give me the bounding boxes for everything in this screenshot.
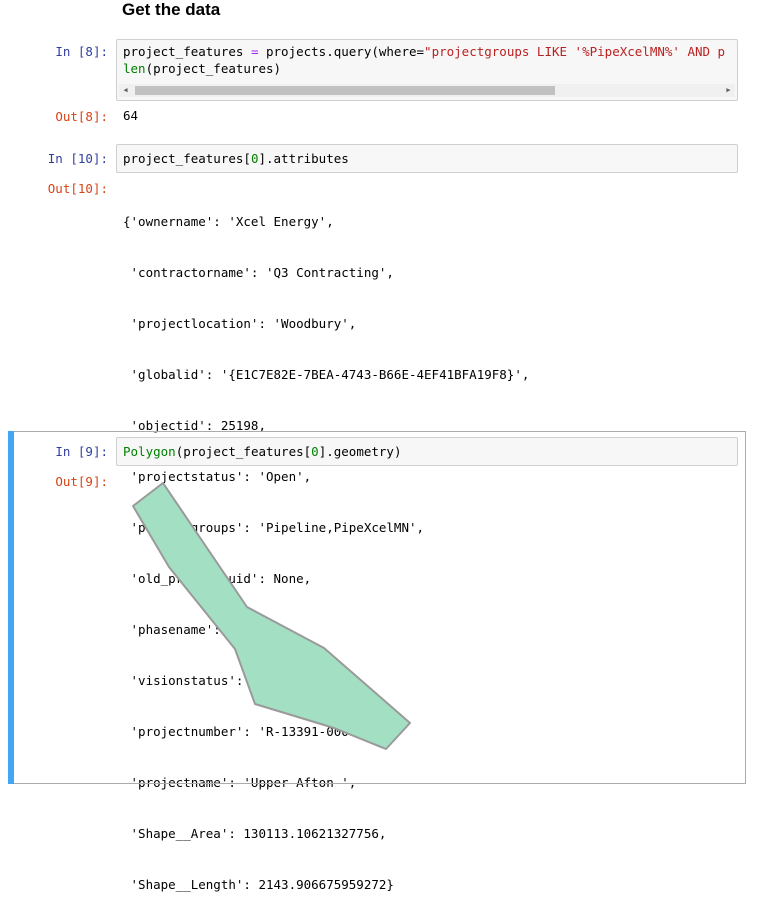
output-line: 'globalid': '{E1C7E82E-7BEA-4743-B66E-4E… bbox=[123, 367, 530, 382]
cell-8-output: 64 bbox=[123, 108, 139, 123]
code-token: (project_features[ bbox=[175, 444, 312, 459]
cell-8-input[interactable]: project_features = projects.query(where=… bbox=[116, 39, 738, 101]
output-line: 'projectlocation': 'Woodbury', bbox=[123, 316, 357, 331]
code-token: ].geometry) bbox=[318, 444, 402, 459]
horizontal-scrollbar[interactable]: ◀ ▶ bbox=[119, 84, 735, 97]
cell-9-out-prompt: Out[9]: bbox=[55, 474, 108, 489]
output-line: 'Shape__Length': 2143.906675959272} bbox=[123, 877, 394, 892]
code-token: (project_features) bbox=[145, 61, 282, 76]
cell-8-in-prompt: In [8]: bbox=[55, 44, 108, 59]
code-line: project_features[0].attributes bbox=[123, 150, 349, 167]
code-line: Polygon(project_features[0].geometry) bbox=[123, 443, 401, 460]
code-token-builtin: len bbox=[123, 61, 146, 76]
code-token-number: 0 bbox=[311, 444, 319, 459]
cell-10-input[interactable]: project_features[0].attributes bbox=[116, 144, 738, 173]
code-token: project_features bbox=[123, 44, 251, 59]
output-line: {'ownername': 'Xcel Energy', bbox=[123, 214, 334, 229]
code-line: project_features = projects.query(where=… bbox=[123, 43, 725, 60]
scrollbar-thumb[interactable] bbox=[135, 86, 555, 95]
cell-10-in-prompt: In [10]: bbox=[47, 151, 108, 166]
scroll-right-icon[interactable]: ▶ bbox=[722, 84, 735, 97]
cell-8-out-prompt: Out[8]: bbox=[55, 109, 108, 124]
output-line: 'contractorname': 'Q3 Contracting', bbox=[123, 265, 394, 280]
polygon-output bbox=[132, 482, 411, 750]
code-token: ].attributes bbox=[258, 151, 349, 166]
cell-10-out-prompt: Out[10]: bbox=[47, 181, 108, 196]
cell-9-input[interactable]: Polygon(project_features[0].geometry) bbox=[116, 437, 738, 466]
code-token: projects.query(where= bbox=[258, 44, 425, 59]
section-heading: Get the data bbox=[122, 0, 221, 19]
scroll-left-icon[interactable]: ◀ bbox=[119, 84, 132, 97]
project-polygon bbox=[132, 482, 411, 750]
code-line: len(project_features) bbox=[123, 60, 281, 77]
code-token: project_features[ bbox=[123, 151, 251, 166]
output-line: 'Shape__Area': 130113.10621327756, bbox=[123, 826, 387, 841]
cell-9-in-prompt: In [9]: bbox=[55, 444, 108, 459]
code-token-builtin: Polygon bbox=[123, 444, 176, 459]
code-token-string: "projectgroups LIKE '%PipeXcelMN%' AND p bbox=[424, 44, 726, 59]
